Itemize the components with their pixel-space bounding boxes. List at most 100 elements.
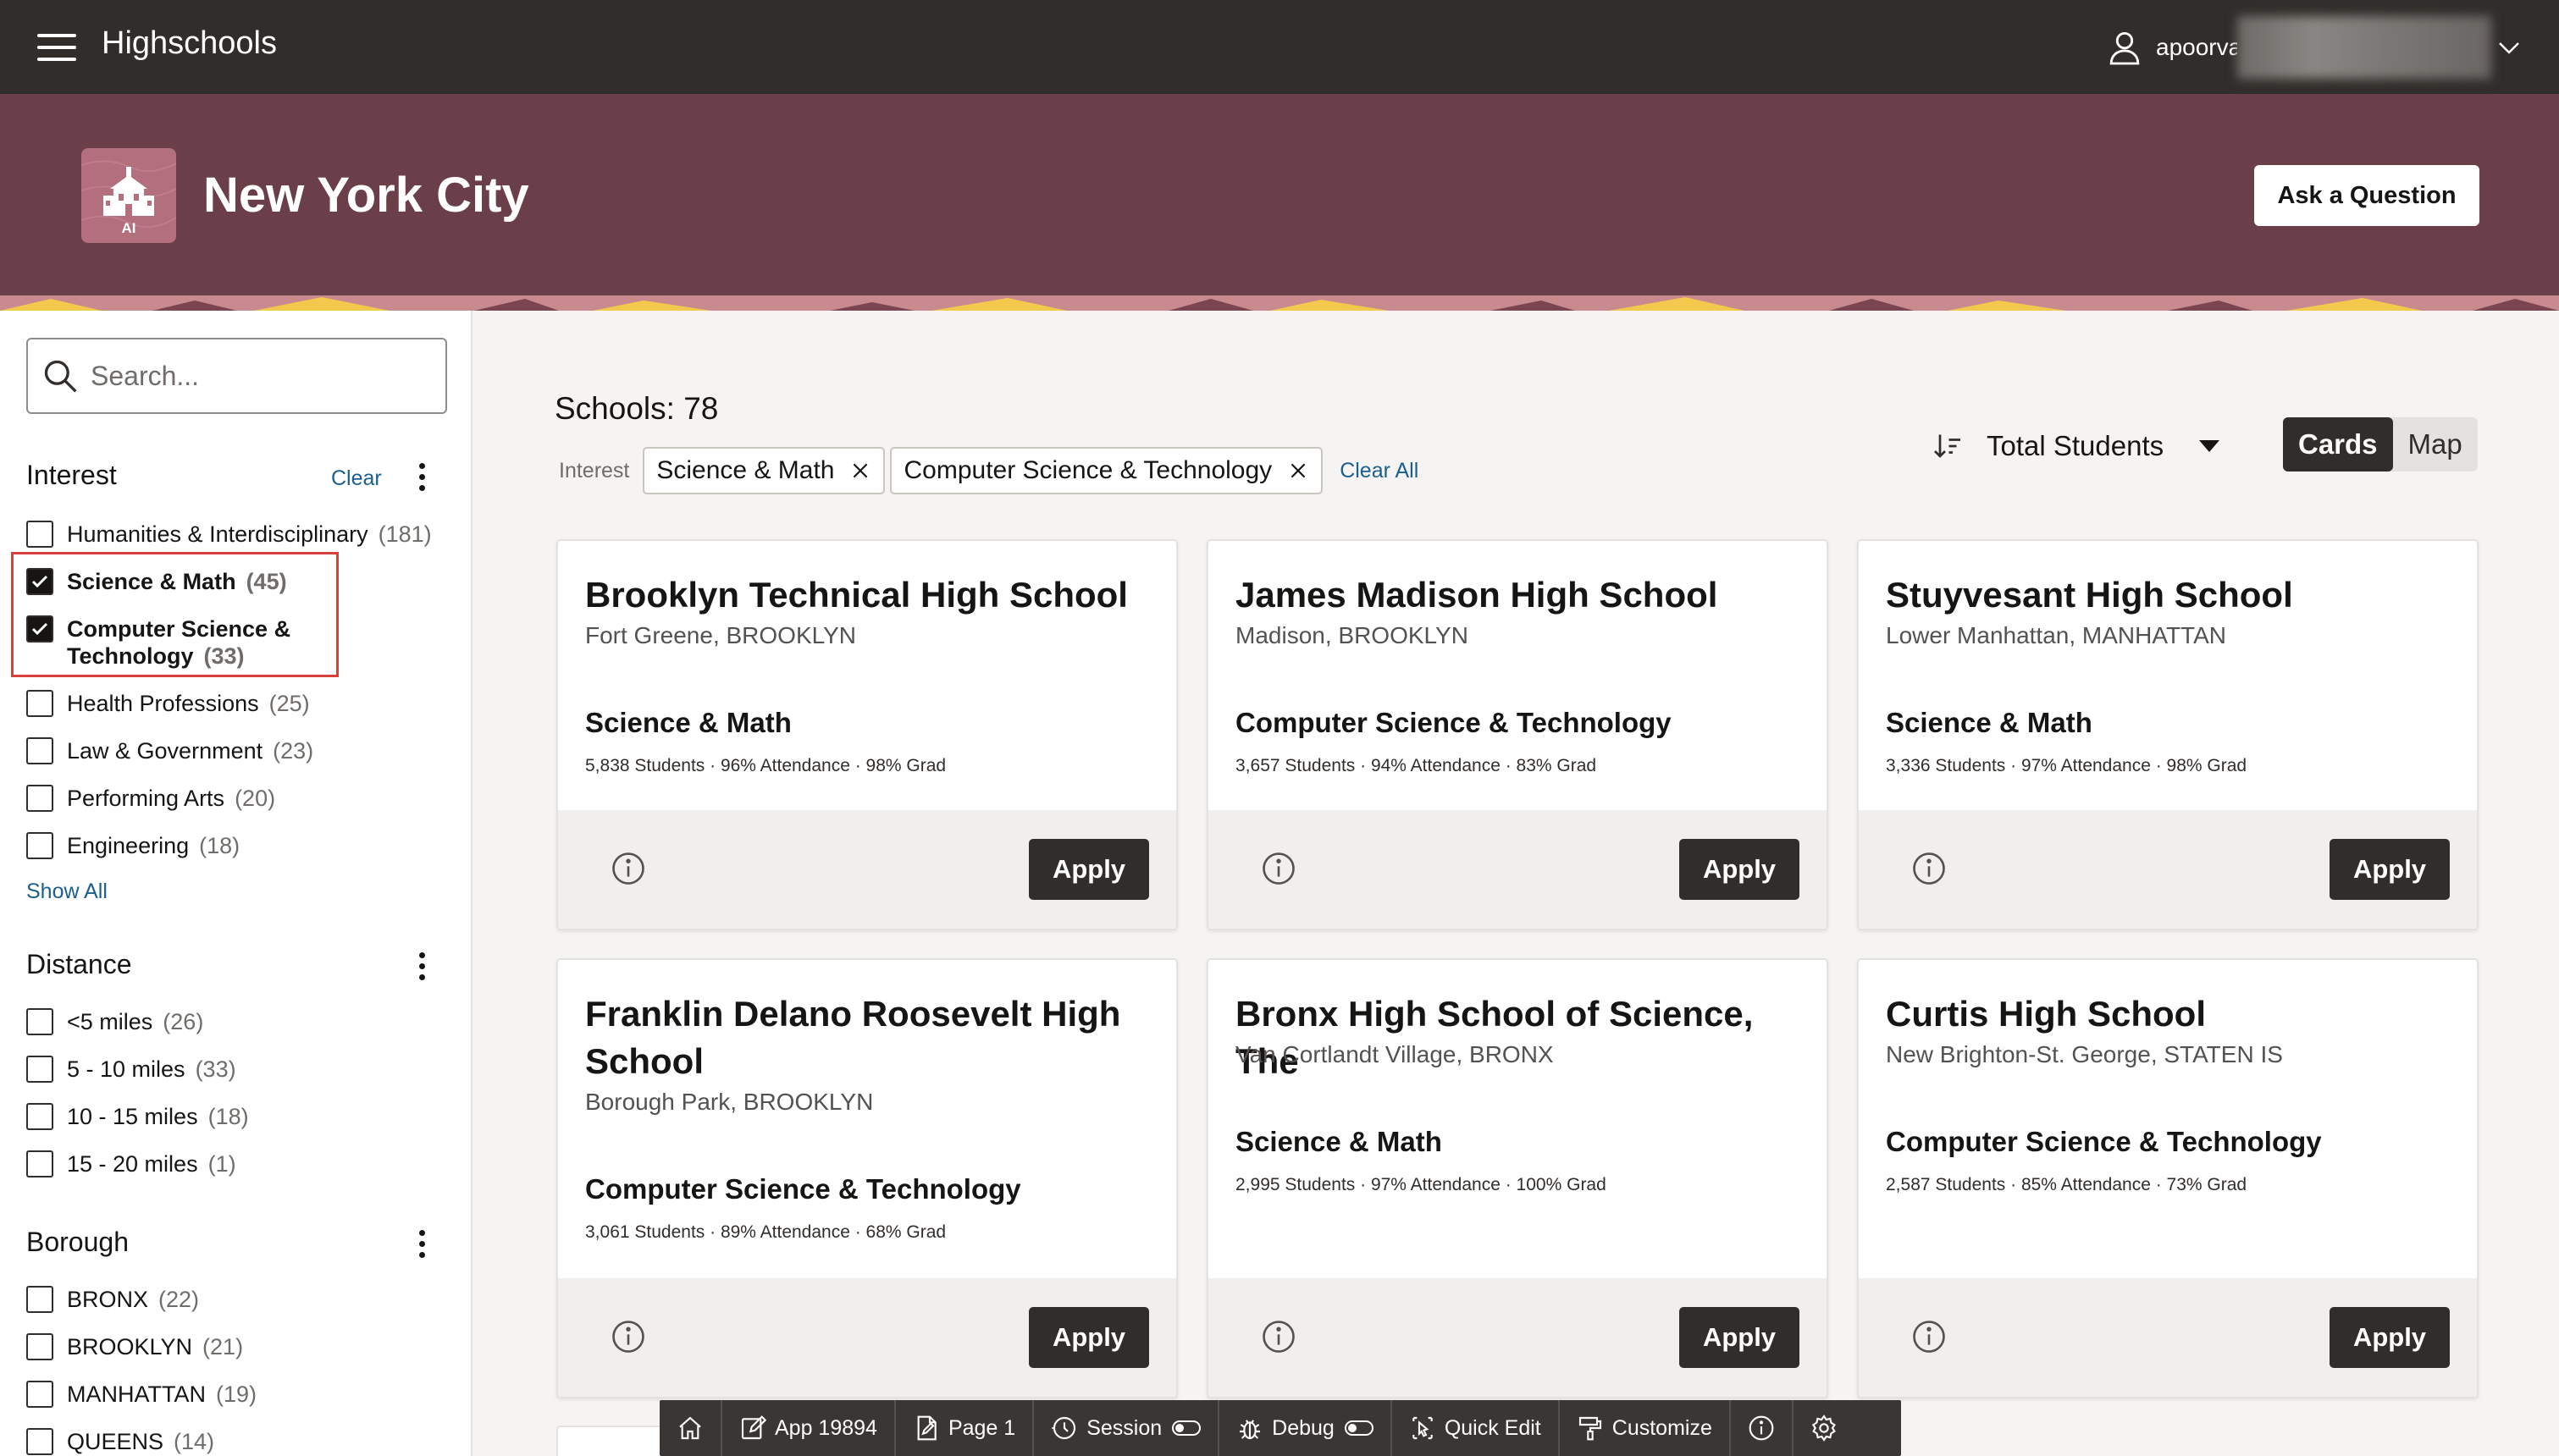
checkbox[interactable] bbox=[26, 1381, 53, 1408]
info-icon[interactable] bbox=[611, 1319, 646, 1354]
apply-button[interactable]: Apply bbox=[1679, 839, 1799, 900]
school-card[interactable]: Brooklyn Technical High School Fort Gree… bbox=[556, 539, 1178, 930]
interest-option[interactable]: Engineering (18) bbox=[26, 832, 240, 859]
checkbox[interactable] bbox=[26, 785, 53, 812]
dev-customize-button[interactable]: Customize bbox=[1560, 1400, 1731, 1456]
checkbox[interactable] bbox=[26, 1428, 53, 1455]
school-card[interactable]: Bronx High School of Science, The Van Co… bbox=[1207, 958, 1828, 1398]
dev-home-button[interactable] bbox=[660, 1400, 722, 1456]
apply-button[interactable]: Apply bbox=[1679, 1307, 1799, 1368]
user-menu[interactable]: apoorva bbox=[2109, 16, 2522, 79]
option-label: BRONX bbox=[67, 1287, 149, 1312]
apply-button[interactable]: Apply bbox=[1029, 1307, 1149, 1368]
school-location: Van Cortlandt Village, BRONX bbox=[1235, 1041, 1554, 1067]
distance-option[interactable]: <5 miles (26) bbox=[26, 1008, 203, 1035]
interest-clear-link[interactable]: Clear bbox=[331, 466, 382, 491]
app-title[interactable]: Highschools bbox=[102, 25, 277, 62]
school-name[interactable]: Brooklyn Technical High School bbox=[585, 571, 1169, 619]
school-card[interactable]: James Madison High School Madison, BROOK… bbox=[1207, 539, 1828, 930]
interest-option[interactable]: Performing Arts (20) bbox=[26, 785, 275, 812]
info-icon[interactable] bbox=[611, 851, 646, 886]
borough-option[interactable]: QUEENS (14) bbox=[26, 1428, 214, 1455]
school-stats: 2,587 Students · 85% Attendance · 73% Gr… bbox=[1886, 1175, 2247, 1194]
clear-all-link[interactable]: Clear All bbox=[1340, 459, 1418, 483]
checkbox[interactable] bbox=[26, 737, 53, 764]
distance-option[interactable]: 5 - 10 miles (33) bbox=[26, 1056, 236, 1083]
school-stats: 3,061 Students · 89% Attendance · 68% Gr… bbox=[585, 1222, 947, 1242]
apply-button[interactable]: Apply bbox=[2330, 839, 2450, 900]
checkbox[interactable] bbox=[26, 1150, 53, 1177]
close-icon[interactable] bbox=[1287, 460, 1309, 482]
search-input[interactable] bbox=[91, 360, 429, 392]
school-name[interactable]: James Madison High School bbox=[1235, 571, 1820, 619]
school-card[interactable]: Curtis High School New Brighton-St. Geor… bbox=[1857, 958, 2479, 1398]
school-name[interactable]: Curtis High School bbox=[1886, 990, 2470, 1038]
card-footer: Apply bbox=[558, 810, 1176, 929]
interest-option[interactable]: Health Professions (25) bbox=[26, 690, 310, 717]
dev-debug-button[interactable]: Debug bbox=[1219, 1400, 1392, 1456]
option-count: (18) bbox=[207, 1104, 249, 1129]
cards-view-button[interactable]: Cards bbox=[2283, 417, 2393, 472]
checkbox[interactable] bbox=[26, 521, 53, 548]
kebab-menu-icon[interactable] bbox=[409, 1225, 434, 1262]
interest-option[interactable]: Humanities & Interdisciplinary (181) bbox=[26, 521, 432, 548]
show-all-link[interactable]: Show All bbox=[26, 880, 108, 904]
option-count: (14) bbox=[174, 1429, 215, 1454]
results-count: Schools: 78 bbox=[555, 391, 719, 426]
info-icon[interactable] bbox=[1261, 1319, 1296, 1354]
school-interest: Science & Math bbox=[1886, 707, 2092, 738]
apply-button[interactable]: Apply bbox=[2330, 1307, 2450, 1368]
search-field[interactable] bbox=[26, 338, 447, 414]
option-label: 10 - 15 miles bbox=[67, 1104, 198, 1129]
kebab-menu-icon[interactable] bbox=[409, 458, 434, 495]
school-name[interactable]: Stuyvesant High School bbox=[1886, 571, 2470, 619]
caret-down-icon bbox=[2199, 440, 2219, 452]
interest-option[interactable]: Law & Government (23) bbox=[26, 737, 313, 764]
option-label: MANHATTAN bbox=[67, 1382, 206, 1407]
option-label: BROOKLYN bbox=[67, 1334, 193, 1359]
checkbox[interactable] bbox=[26, 1008, 53, 1035]
page-title: New York City bbox=[203, 168, 529, 223]
dev-info-button[interactable] bbox=[1731, 1400, 1794, 1456]
school-stats: 3,657 Students · 94% Attendance · 83% Gr… bbox=[1235, 756, 1597, 775]
checkbox[interactable] bbox=[26, 832, 53, 859]
menu-icon[interactable] bbox=[37, 34, 76, 61]
school-card[interactable]: Stuyvesant High School Lower Manhattan, … bbox=[1857, 539, 2479, 930]
distance-option[interactable]: 10 - 15 miles (18) bbox=[26, 1103, 249, 1130]
checkbox[interactable] bbox=[26, 690, 53, 717]
dev-app-button[interactable]: App 19894 bbox=[722, 1400, 896, 1456]
checkbox[interactable] bbox=[26, 1286, 53, 1313]
map-view-button[interactable]: Map bbox=[2393, 417, 2478, 472]
active-filters: Interest Science & Math Computer Science… bbox=[559, 447, 1418, 494]
option-label: 5 - 10 miles bbox=[67, 1056, 185, 1082]
info-icon[interactable] bbox=[1911, 1319, 1947, 1354]
dev-session-button[interactable]: Session bbox=[1034, 1400, 1220, 1456]
apply-button[interactable]: Apply bbox=[1029, 839, 1149, 900]
option-label: Humanities & Interdisciplinary bbox=[67, 521, 368, 547]
dev-quick-edit-button[interactable]: Quick Edit bbox=[1392, 1400, 1560, 1456]
info-icon[interactable] bbox=[1911, 851, 1947, 886]
borough-option[interactable]: BROOKLYN (21) bbox=[26, 1333, 243, 1360]
sort-select[interactable]: Total Students bbox=[1932, 425, 2220, 467]
ask-question-button[interactable]: Ask a Question bbox=[2254, 165, 2479, 226]
checkbox[interactable] bbox=[26, 1056, 53, 1083]
dev-page-label: Page 1 bbox=[948, 1415, 1016, 1440]
option-count: (18) bbox=[199, 833, 240, 858]
school-name[interactable]: Bronx High School of Science, The bbox=[1235, 990, 1820, 1085]
decorative-pattern bbox=[0, 295, 2559, 311]
info-icon[interactable] bbox=[1261, 851, 1296, 886]
borough-option[interactable]: BRONX (22) bbox=[26, 1286, 199, 1313]
interest-facet-header: Interest Clear bbox=[26, 456, 450, 499]
distance-option[interactable]: 15 - 20 miles (1) bbox=[26, 1150, 236, 1177]
borough-option[interactable]: MANHATTAN (19) bbox=[26, 1381, 257, 1408]
dev-page-button[interactable]: Page 1 bbox=[896, 1400, 1035, 1456]
checkbox[interactable] bbox=[26, 1333, 53, 1360]
dev-settings-button[interactable] bbox=[1794, 1400, 1854, 1456]
checkbox[interactable] bbox=[26, 1103, 53, 1130]
kebab-menu-icon[interactable] bbox=[409, 947, 434, 984]
school-card[interactable]: Franklin Delano Roosevelt High School Bo… bbox=[556, 958, 1178, 1398]
home-icon bbox=[679, 1416, 701, 1440]
school-name[interactable]: Franklin Delano Roosevelt High School bbox=[585, 990, 1169, 1085]
close-icon[interactable] bbox=[849, 460, 871, 482]
paint-brush-icon bbox=[1578, 1416, 1601, 1441]
